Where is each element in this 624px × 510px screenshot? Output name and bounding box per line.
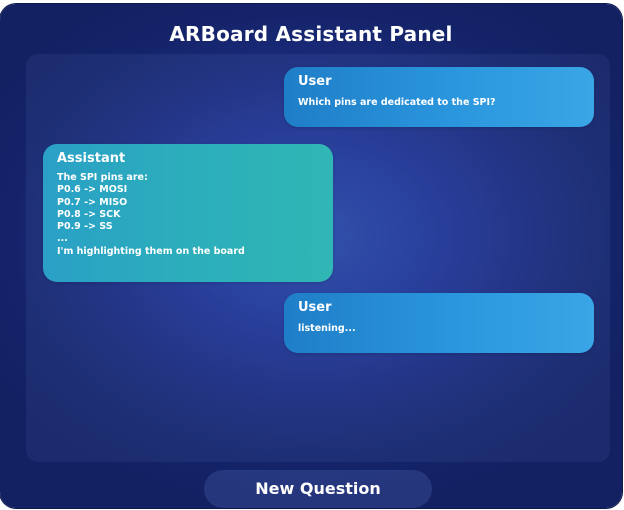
message-text: Which pins are dedicated to the SPI? <box>298 97 496 108</box>
panel-title: ARBoard Assistant Panel <box>169 22 453 46</box>
message-text: The SPI pins are: P0.6 -> MOSI P0.7 -> M… <box>57 172 245 257</box>
assistant-panel: ARBoard Assistant Panel User Which pins … <box>0 4 622 508</box>
assistant-message-bubble: Assistant The SPI pins are: P0.6 -> MOSI… <box>43 144 333 282</box>
message-sender: User <box>298 74 332 89</box>
user-message-bubble: User Which pins are dedicated to the SPI… <box>284 67 594 127</box>
message-sender: User <box>298 300 332 315</box>
new-question-button[interactable]: New Question <box>204 470 432 508</box>
message-sender: Assistant <box>57 151 126 166</box>
user-listening-bubble: User listening... <box>284 293 594 353</box>
listening-status: listening... <box>298 323 356 334</box>
